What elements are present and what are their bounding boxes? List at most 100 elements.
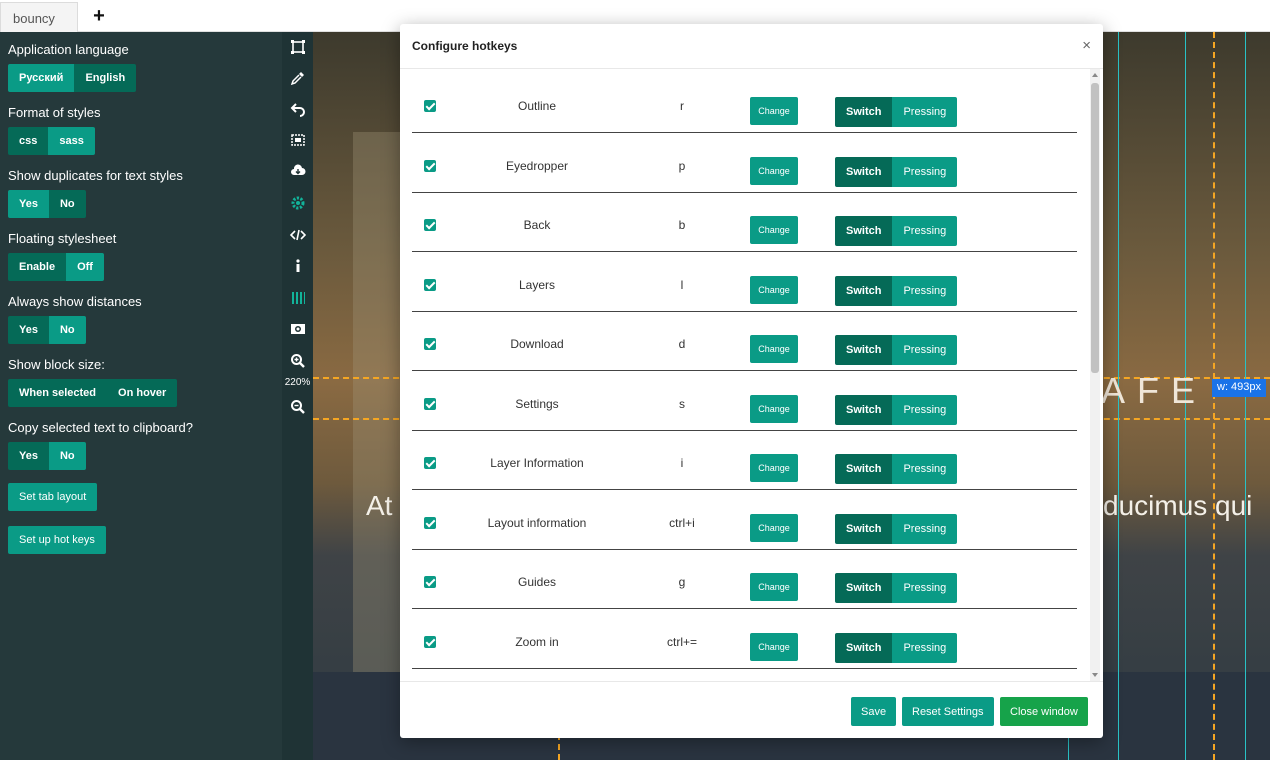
option-russian[interactable]: Русский	[8, 64, 75, 92]
copy-text-toggle: Yes No	[8, 442, 86, 470]
duplicates-toggle: Yes No	[8, 190, 86, 218]
option-yes[interactable]: Yes	[8, 442, 49, 470]
hotkey-enabled-checkbox[interactable]	[424, 516, 436, 529]
close-icon[interactable]: ×	[1082, 37, 1091, 54]
pressing-option[interactable]: Pressing	[892, 216, 958, 246]
option-css[interactable]: css	[8, 127, 49, 155]
change-button[interactable]: Change	[750, 513, 798, 542]
hotkey-row: Settings s Change Switch Pressing	[412, 372, 1077, 431]
setting-distances: Always show distances Yes No	[8, 294, 274, 344]
pressing-option[interactable]: Pressing	[892, 573, 958, 603]
switch-option[interactable]: Switch	[835, 394, 893, 425]
switch-option[interactable]: Switch	[835, 632, 893, 663]
eyedropper-icon[interactable]	[282, 67, 313, 89]
hotkey-key: p	[678, 158, 686, 173]
pressing-option[interactable]: Pressing	[892, 275, 958, 306]
change-button[interactable]: Change	[750, 97, 798, 125]
change-button[interactable]: Change	[750, 275, 798, 304]
switch-option[interactable]: Switch	[835, 513, 893, 544]
change-button[interactable]: Change	[750, 454, 798, 482]
save-button[interactable]: Save	[851, 697, 897, 726]
hotkey-row: Layers l Change Switch Pressing	[412, 253, 1077, 312]
reset-settings-button[interactable]: Reset Settings	[902, 697, 994, 726]
switch-option[interactable]: Switch	[835, 275, 893, 306]
change-button[interactable]: Change	[750, 156, 798, 185]
change-button[interactable]: Change	[750, 632, 798, 661]
scroll-thumb[interactable]	[1091, 83, 1099, 373]
option-off[interactable]: Off	[66, 253, 104, 281]
zoom-in-icon[interactable]	[282, 350, 313, 372]
switch-option[interactable]: Switch	[835, 573, 893, 603]
zoom-out-icon[interactable]	[282, 396, 313, 418]
option-sass[interactable]: sass	[48, 127, 95, 155]
back-icon[interactable]	[282, 98, 313, 120]
change-button[interactable]: Change	[750, 394, 798, 423]
scrollbar[interactable]	[1090, 69, 1100, 681]
hotkey-name: Eyedropper	[505, 158, 569, 173]
hotkey-enabled-checkbox[interactable]	[424, 397, 436, 410]
code-icon[interactable]	[282, 224, 313, 246]
option-enable[interactable]: Enable	[8, 253, 67, 281]
setting-label: Application language	[8, 42, 129, 57]
change-button[interactable]: Change	[750, 216, 798, 244]
setting-copy-text: Copy selected text to clipboard? Yes No	[8, 420, 274, 470]
mode-toggle: Switch Pressing	[835, 216, 958, 246]
hotkey-enabled-checkbox[interactable]	[424, 278, 436, 291]
hotkey-enabled-checkbox[interactable]	[424, 576, 436, 588]
download-icon[interactable]	[282, 160, 313, 182]
pressing-option[interactable]: Pressing	[892, 97, 958, 127]
pressing-option[interactable]: Pressing	[892, 156, 958, 187]
switch-option[interactable]: Switch	[835, 335, 893, 365]
hotkey-enabled-checkbox[interactable]	[424, 159, 436, 172]
hotkey-enabled-checkbox[interactable]	[424, 338, 436, 350]
scroll-up-icon[interactable]	[1092, 73, 1098, 77]
mode-toggle: Switch Pressing	[835, 275, 958, 306]
modal-footer: Save Reset Settings Close window	[400, 681, 1103, 738]
hotkey-name: Layers	[518, 277, 556, 292]
tab-bouncy[interactable]: bouncy	[0, 2, 78, 32]
toolbar: 220%	[282, 32, 313, 760]
hotkey-enabled-checkbox[interactable]	[424, 219, 436, 231]
switch-option[interactable]: Switch	[835, 216, 893, 246]
settings-icon[interactable]	[282, 192, 313, 214]
add-tab-icon[interactable]: +	[90, 6, 108, 26]
outline-icon[interactable]	[282, 36, 313, 58]
pressing-option[interactable]: Pressing	[892, 394, 958, 425]
floating-toggle: Enable Off	[8, 253, 104, 281]
option-no[interactable]: No	[48, 442, 86, 470]
option-english[interactable]: English	[74, 64, 137, 92]
layers-icon[interactable]	[282, 129, 313, 151]
hotkey-name: Settings	[515, 396, 559, 411]
language-toggle: Русский English	[8, 64, 137, 92]
switch-option[interactable]: Switch	[835, 454, 893, 484]
set-tab-layout-button[interactable]: Set tab layout	[8, 483, 98, 511]
set-hot-keys-button[interactable]: Set up hot keys	[8, 526, 106, 554]
pressing-option[interactable]: Pressing	[892, 335, 958, 365]
hotkey-enabled-checkbox[interactable]	[424, 457, 436, 469]
option-no[interactable]: No	[48, 190, 86, 218]
scroll-down-icon[interactable]	[1092, 673, 1098, 677]
switch-option[interactable]: Switch	[835, 156, 893, 187]
option-no[interactable]: No	[48, 316, 86, 344]
option-yes[interactable]: Yes	[8, 190, 49, 218]
pressing-option[interactable]: Pressing	[892, 632, 958, 663]
close-window-button[interactable]: Close window	[1000, 697, 1088, 726]
option-yes[interactable]: Yes	[8, 316, 49, 344]
image-icon[interactable]	[282, 318, 313, 340]
hotkey-enabled-checkbox[interactable]	[424, 100, 436, 112]
setting-floating: Floating stylesheet Enable Off	[8, 231, 274, 281]
pressing-option[interactable]: Pressing	[892, 513, 958, 544]
switch-option[interactable]: Switch	[835, 97, 893, 127]
setting-label: Always show distances	[8, 294, 142, 309]
info-icon[interactable]	[282, 255, 313, 277]
hotkey-key: s	[679, 396, 685, 411]
option-when-selected[interactable]: When selected	[8, 379, 108, 407]
hotkey-name: Guides	[517, 575, 557, 589]
option-on-hover[interactable]: On hover	[107, 379, 178, 407]
pressing-option[interactable]: Pressing	[892, 454, 958, 484]
hotkey-key: i	[680, 456, 684, 470]
guides-icon[interactable]	[282, 287, 313, 309]
change-button[interactable]: Change	[750, 335, 798, 363]
change-button[interactable]: Change	[750, 573, 798, 601]
hotkey-enabled-checkbox[interactable]	[424, 635, 436, 648]
